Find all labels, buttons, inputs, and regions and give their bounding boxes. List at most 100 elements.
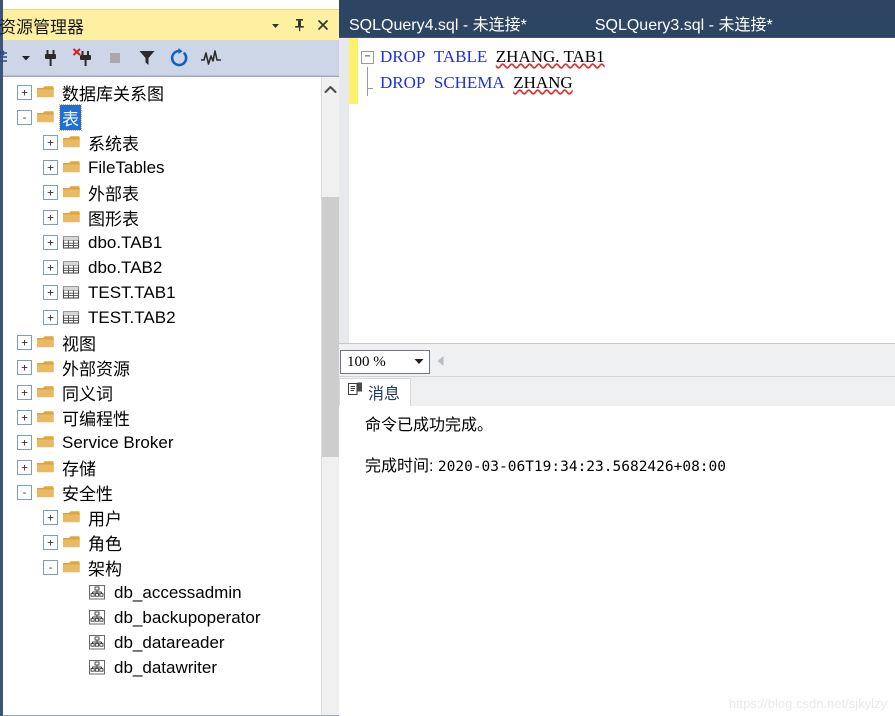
- expand-toggle-icon[interactable]: +: [17, 360, 32, 375]
- editor-zoom-bar: 100 %: [339, 348, 895, 377]
- tree-item[interactable]: db_backupoperator: [3, 605, 321, 630]
- activity-monitor-icon[interactable]: [196, 43, 226, 73]
- table-icon: [62, 284, 86, 301]
- tree-item[interactable]: + dbo.TAB2: [3, 255, 321, 280]
- expand-toggle-icon[interactable]: +: [43, 310, 58, 325]
- schema-icon: [88, 609, 112, 626]
- tab-messages[interactable]: 消息: [339, 377, 412, 406]
- schema-icon: [89, 585, 105, 600]
- tree-item[interactable]: + 数据库关系图: [3, 80, 321, 105]
- expand-toggle-icon[interactable]: +: [43, 235, 58, 250]
- expand-toggle-icon[interactable]: +: [17, 85, 32, 100]
- tab-sqlquery4[interactable]: SQLQuery4.sql - 未连接*: [339, 9, 539, 37]
- expand-toggle-icon[interactable]: +: [43, 535, 58, 550]
- collapse-toggle-icon[interactable]: -: [43, 560, 58, 575]
- fold-collapse-icon[interactable]: −: [361, 50, 374, 64]
- tree-item-label: 可编程性: [62, 410, 130, 429]
- connect-dropdown-chevron-icon[interactable]: [18, 43, 34, 73]
- expand-toggle-icon[interactable]: +: [43, 510, 58, 525]
- collapse-toggle-icon[interactable]: -: [17, 110, 32, 125]
- expand-toggle-icon[interactable]: +: [17, 410, 32, 425]
- completion-time-label: 完成时间:: [365, 457, 438, 475]
- code-line: DROP SCHEMA ZHANG: [358, 67, 895, 96]
- folder-icon: [37, 436, 54, 448]
- expand-toggle-icon[interactable]: +: [43, 160, 58, 175]
- sql-text-editor[interactable]: − DROP TABLE ZHANG. TAB1 DROP SCHEMA ZHANG: [339, 37, 895, 343]
- tree-item[interactable]: -表: [3, 104, 321, 131]
- expand-toggle-icon[interactable]: +: [17, 460, 32, 475]
- expand-toggle-icon[interactable]: +: [43, 260, 58, 275]
- tree-item[interactable]: + 系统表: [3, 130, 321, 155]
- expand-toggle-icon[interactable]: +: [43, 210, 58, 225]
- connect-icon[interactable]: [36, 43, 66, 73]
- scrollbar-thumb[interactable]: [322, 197, 339, 457]
- expand-toggle-icon[interactable]: +: [17, 435, 32, 450]
- stop-icon[interactable]: [100, 43, 130, 73]
- collapse-toggle-icon[interactable]: -: [17, 485, 32, 500]
- tree-item[interactable]: + FileTables: [3, 155, 321, 180]
- object-explorer-tree[interactable]: + 数据库关系图 - 表 + 系统表 + FileTables + 外部表 + 图形表 + dbo.TAB…: [3, 77, 321, 715]
- tab-sqlquery3[interactable]: SQLQuery3.sql - 未连接*: [584, 9, 785, 37]
- tree-item[interactable]: + 角色: [3, 530, 321, 555]
- scroll-left-arrow-icon[interactable]: [436, 355, 445, 370]
- table-icon: [62, 311, 80, 324]
- tree-item[interactable]: + TEST.TAB2: [3, 305, 321, 330]
- table-icon: [62, 259, 86, 276]
- tab-label: 消息: [368, 386, 401, 403]
- sql-keyword: SCHEMA: [433, 73, 505, 92]
- folder-icon: [36, 384, 60, 401]
- folder-icon: [63, 161, 80, 173]
- connect-dropdown-button[interactable]: [0, 43, 16, 73]
- refresh-icon[interactable]: [164, 43, 194, 73]
- tree-item[interactable]: db_accessadmin: [3, 580, 321, 605]
- results-messages-body[interactable]: 命令已成功完成。 完成时间: 2020-03-06T19:34:23.56824…: [339, 405, 895, 716]
- tree-item[interactable]: + 视图: [3, 330, 321, 355]
- expand-toggle-icon[interactable]: +: [43, 185, 58, 200]
- tree-item[interactable]: - 架构: [3, 555, 321, 580]
- tree-item[interactable]: + 同义词: [3, 380, 321, 405]
- tree-item-label: db_datareader: [114, 632, 225, 652]
- folder-icon: [37, 486, 54, 498]
- tree-item[interactable]: + 图形表: [3, 205, 321, 230]
- message-text: 命令已成功完成。: [365, 416, 494, 434]
- tree-item[interactable]: + 外部资源: [3, 355, 321, 380]
- folder-icon: [37, 411, 54, 423]
- close-icon[interactable]: [311, 13, 335, 37]
- window-menu-dropdown-icon[interactable]: [263, 13, 287, 37]
- scrollbar-up-arrow-icon[interactable]: [322, 77, 339, 101]
- pin-icon[interactable]: [287, 13, 311, 37]
- tree-item[interactable]: + Service Broker: [3, 430, 321, 455]
- expand-toggle-icon[interactable]: +: [17, 385, 32, 400]
- code-line: − DROP TABLE ZHANG. TAB1: [358, 44, 895, 70]
- expand-toggle-icon[interactable]: +: [17, 335, 32, 350]
- tab-label: SQLQuery4.sql - 未连接*: [349, 17, 527, 34]
- expand-toggle-icon[interactable]: +: [43, 135, 58, 150]
- tree-item[interactable]: + dbo.TAB1: [3, 230, 321, 255]
- filter-icon[interactable]: [132, 43, 162, 73]
- folder-icon: [62, 184, 86, 201]
- folder-icon: [62, 509, 86, 526]
- object-explorer-title: 资源管理器: [0, 17, 84, 37]
- expand-toggle-icon[interactable]: +: [43, 285, 58, 300]
- code-area[interactable]: − DROP TABLE ZHANG. TAB1 DROP SCHEMA ZHANG: [358, 38, 895, 343]
- tree-item-label: dbo.TAB1: [88, 232, 163, 252]
- tab-label: SQLQuery3.sql - 未连接*: [594, 17, 773, 34]
- tree-item[interactable]: + TEST.TAB1: [3, 280, 321, 305]
- tree-item[interactable]: + 存储: [3, 455, 321, 480]
- schema-icon: [88, 584, 112, 601]
- tree-item[interactable]: + 用户: [3, 505, 321, 530]
- tree-item[interactable]: + 外部表: [3, 180, 321, 205]
- tree-item[interactable]: db_datareader: [3, 630, 321, 655]
- tree-item[interactable]: - 安全性: [3, 480, 321, 505]
- zoom-level-select[interactable]: 100 %: [340, 350, 430, 374]
- tree-item-label: 图形表: [88, 210, 139, 229]
- folder-icon: [63, 511, 80, 523]
- tree-vertical-scrollbar[interactable]: [321, 77, 339, 715]
- tree-item[interactable]: + 可编程性: [3, 405, 321, 430]
- folder-icon: [37, 111, 54, 123]
- tree-item[interactable]: db_datawriter: [3, 655, 321, 680]
- folder-icon: [62, 534, 86, 551]
- disconnect-icon[interactable]: [68, 43, 98, 73]
